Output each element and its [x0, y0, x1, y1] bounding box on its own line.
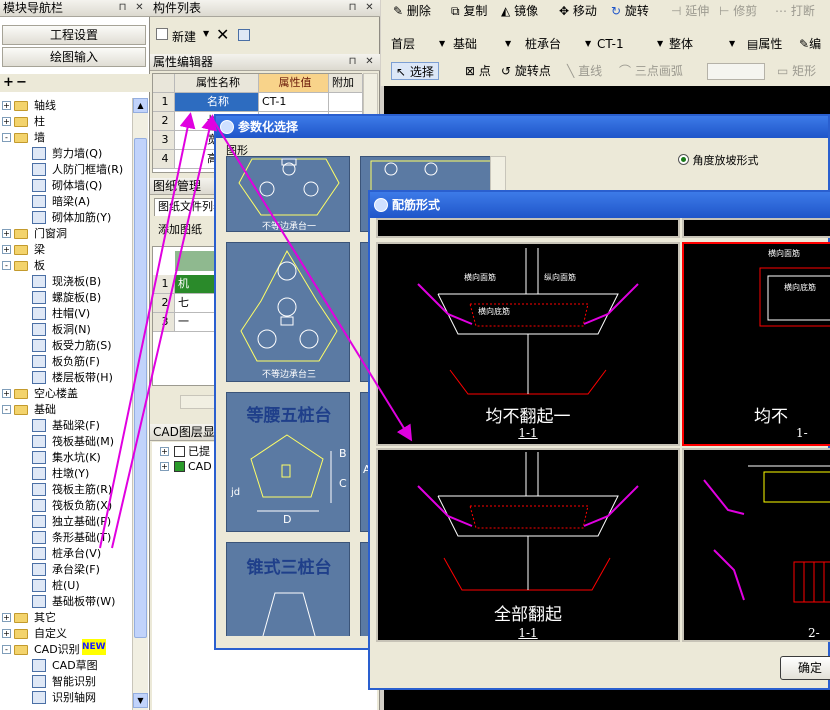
arrow-1 — [99, 112, 196, 549]
annotation-arrows — [99, 112, 413, 549]
arrow-3 — [211, 117, 413, 442]
arrow-2 — [111, 114, 218, 549]
